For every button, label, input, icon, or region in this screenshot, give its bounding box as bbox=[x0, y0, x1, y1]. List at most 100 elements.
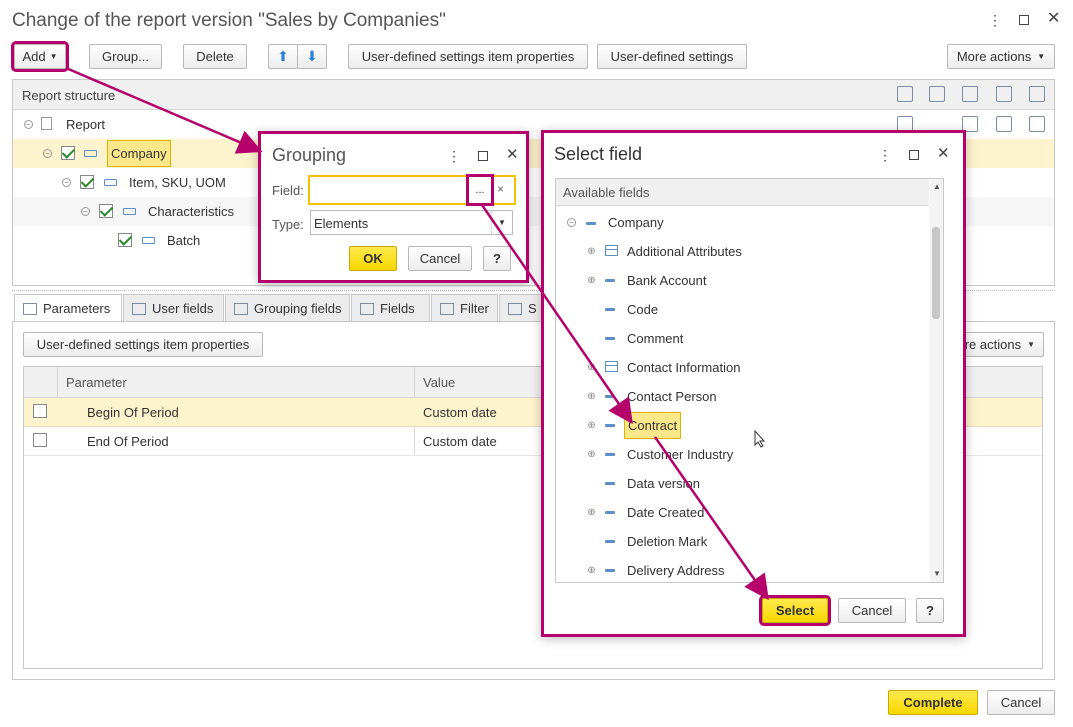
document-icon bbox=[41, 117, 52, 130]
more-icon[interactable]: ⋮ bbox=[988, 13, 1002, 27]
field-item[interactable]: Contact Information bbox=[627, 360, 740, 375]
tab-grouping-fields[interactable]: Grouping fields bbox=[225, 294, 350, 322]
tree-row-label[interactable]: Report bbox=[66, 117, 105, 132]
grouping-icon[interactable] bbox=[897, 86, 913, 102]
tree-row-label[interactable]: Item, SKU, UOM bbox=[129, 175, 226, 190]
close-icon[interactable]: ✕ bbox=[1047, 11, 1060, 27]
field-item[interactable]: Date Created bbox=[627, 505, 704, 520]
collapse-icon[interactable]: − bbox=[81, 207, 90, 216]
conditional-appearance-icon[interactable] bbox=[996, 86, 1012, 102]
tree-row-label[interactable]: Characteristics bbox=[148, 204, 234, 219]
maximize-icon[interactable] bbox=[478, 151, 488, 161]
add-label: Add bbox=[22, 49, 46, 64]
expand-icon[interactable]: ⊕ bbox=[587, 276, 596, 286]
tab-filter[interactable]: Filter bbox=[431, 294, 498, 322]
move-down-button[interactable]: ⬇ bbox=[297, 44, 327, 69]
tab-parameters[interactable]: Parameters bbox=[14, 294, 122, 322]
item-properties-button[interactable]: User-defined settings item properties bbox=[348, 44, 588, 69]
field-item[interactable]: Contract bbox=[624, 412, 682, 439]
tree-row-label[interactable]: Batch bbox=[167, 233, 200, 248]
conditional-appearance-icon[interactable] bbox=[996, 116, 1012, 132]
field-item[interactable]: Customer Industry bbox=[627, 447, 733, 462]
collapse-icon[interactable]: − bbox=[567, 218, 576, 227]
parameter-value[interactable]: Custom date bbox=[423, 405, 497, 420]
field-item[interactable]: Bank Account bbox=[627, 273, 707, 288]
row-checkbox[interactable] bbox=[61, 146, 75, 160]
field-item[interactable]: Code bbox=[627, 302, 658, 317]
complete-button[interactable]: Complete bbox=[888, 690, 978, 715]
field-icon bbox=[605, 453, 615, 456]
field-icon bbox=[605, 337, 615, 340]
tab-sort[interactable]: S bbox=[499, 294, 544, 322]
cancel-button[interactable]: Cancel bbox=[987, 690, 1055, 715]
maximize-icon[interactable] bbox=[909, 150, 919, 160]
row-checkbox[interactable] bbox=[33, 433, 47, 447]
parameter-value[interactable]: Custom date bbox=[423, 434, 497, 449]
scroll-down-icon[interactable]: ▼ bbox=[933, 569, 941, 578]
tree-row-label[interactable]: Company bbox=[107, 140, 171, 167]
row-checkbox[interactable] bbox=[118, 233, 132, 247]
select-button[interactable]: Select bbox=[759, 595, 831, 626]
scrollbar-thumb[interactable] bbox=[932, 227, 940, 319]
close-icon[interactable]: ✕ bbox=[506, 147, 519, 162]
settings-icon[interactable] bbox=[1029, 116, 1045, 132]
field-icon bbox=[605, 511, 615, 514]
expand-icon[interactable]: ⊕ bbox=[587, 392, 596, 402]
field-icon bbox=[605, 279, 615, 282]
tree-root-label[interactable]: Company bbox=[608, 215, 664, 230]
more-icon[interactable]: ⋮ bbox=[447, 149, 461, 163]
field-item[interactable]: Contact Person bbox=[627, 389, 717, 404]
field-icon bbox=[605, 424, 615, 427]
select-field-dialog: Select field ⋮ ✕ Available fields ▲ ▼ − … bbox=[541, 130, 966, 637]
expand-icon[interactable]: ⊕ bbox=[587, 566, 596, 576]
fields-list-header-label: Available fields bbox=[563, 185, 650, 200]
filter-icon[interactable] bbox=[929, 86, 945, 102]
tab-fields[interactable]: Fields bbox=[351, 294, 430, 322]
arrow-up-icon: ⬆ bbox=[277, 48, 289, 64]
expand-icon[interactable]: ⊕ bbox=[587, 421, 596, 431]
table-icon bbox=[605, 245, 618, 256]
maximize-icon[interactable] bbox=[1019, 15, 1029, 25]
field-item[interactable]: Deletion Mark bbox=[627, 534, 707, 549]
expand-icon[interactable]: ⊕ bbox=[587, 363, 596, 373]
more-actions-button[interactable]: More actions ▼ bbox=[947, 44, 1055, 69]
settings-icon[interactable] bbox=[1029, 86, 1045, 102]
field-label: Field: bbox=[272, 183, 304, 198]
group-button[interactable]: Group... bbox=[89, 44, 162, 69]
cancel-button[interactable]: Cancel bbox=[838, 598, 906, 623]
column-header[interactable]: Value bbox=[423, 375, 455, 390]
row-checkbox[interactable] bbox=[33, 404, 47, 418]
clear-icon[interactable]: × bbox=[497, 182, 504, 196]
delete-button[interactable]: Delete bbox=[183, 44, 247, 69]
ok-button[interactable]: OK bbox=[349, 246, 397, 271]
field-icon bbox=[605, 569, 615, 572]
help-button[interactable]: ? bbox=[916, 598, 944, 623]
collapse-icon[interactable]: − bbox=[62, 178, 71, 187]
row-checkbox[interactable] bbox=[80, 175, 94, 189]
field-item[interactable]: Additional Attributes bbox=[627, 244, 742, 259]
cancel-button[interactable]: Cancel bbox=[408, 246, 472, 271]
expand-icon[interactable]: ⊕ bbox=[587, 508, 596, 518]
help-button[interactable]: ? bbox=[483, 246, 511, 271]
field-item[interactable]: Data version bbox=[627, 476, 700, 491]
select-field-button[interactable]: ... bbox=[466, 174, 494, 206]
move-up-button[interactable]: ⬆ bbox=[268, 44, 298, 69]
expand-icon[interactable]: ⊕ bbox=[587, 247, 596, 257]
collapse-icon[interactable]: − bbox=[24, 120, 33, 129]
scroll-up-icon[interactable]: ▲ bbox=[933, 182, 941, 191]
expand-icon[interactable]: ⊕ bbox=[587, 450, 596, 460]
collapse-icon[interactable]: − bbox=[43, 149, 52, 158]
column-header[interactable]: Parameter bbox=[66, 375, 127, 390]
tab-user-fields[interactable]: User fields bbox=[123, 294, 224, 322]
item-properties-button[interactable]: User-defined settings item properties bbox=[23, 332, 263, 357]
fields-icon[interactable] bbox=[962, 86, 978, 102]
field-item[interactable]: Delivery Address bbox=[627, 563, 725, 578]
field-item[interactable]: Comment bbox=[627, 331, 683, 346]
dropdown-arrow-icon[interactable]: ▼ bbox=[491, 211, 512, 234]
close-icon[interactable]: ✕ bbox=[937, 146, 950, 161]
more-icon[interactable]: ⋮ bbox=[878, 148, 892, 162]
filter-icon bbox=[440, 302, 454, 315]
row-checkbox[interactable] bbox=[99, 204, 113, 218]
add-button[interactable]: Add ▼ bbox=[11, 41, 69, 72]
user-settings-button[interactable]: User-defined settings bbox=[597, 44, 747, 69]
